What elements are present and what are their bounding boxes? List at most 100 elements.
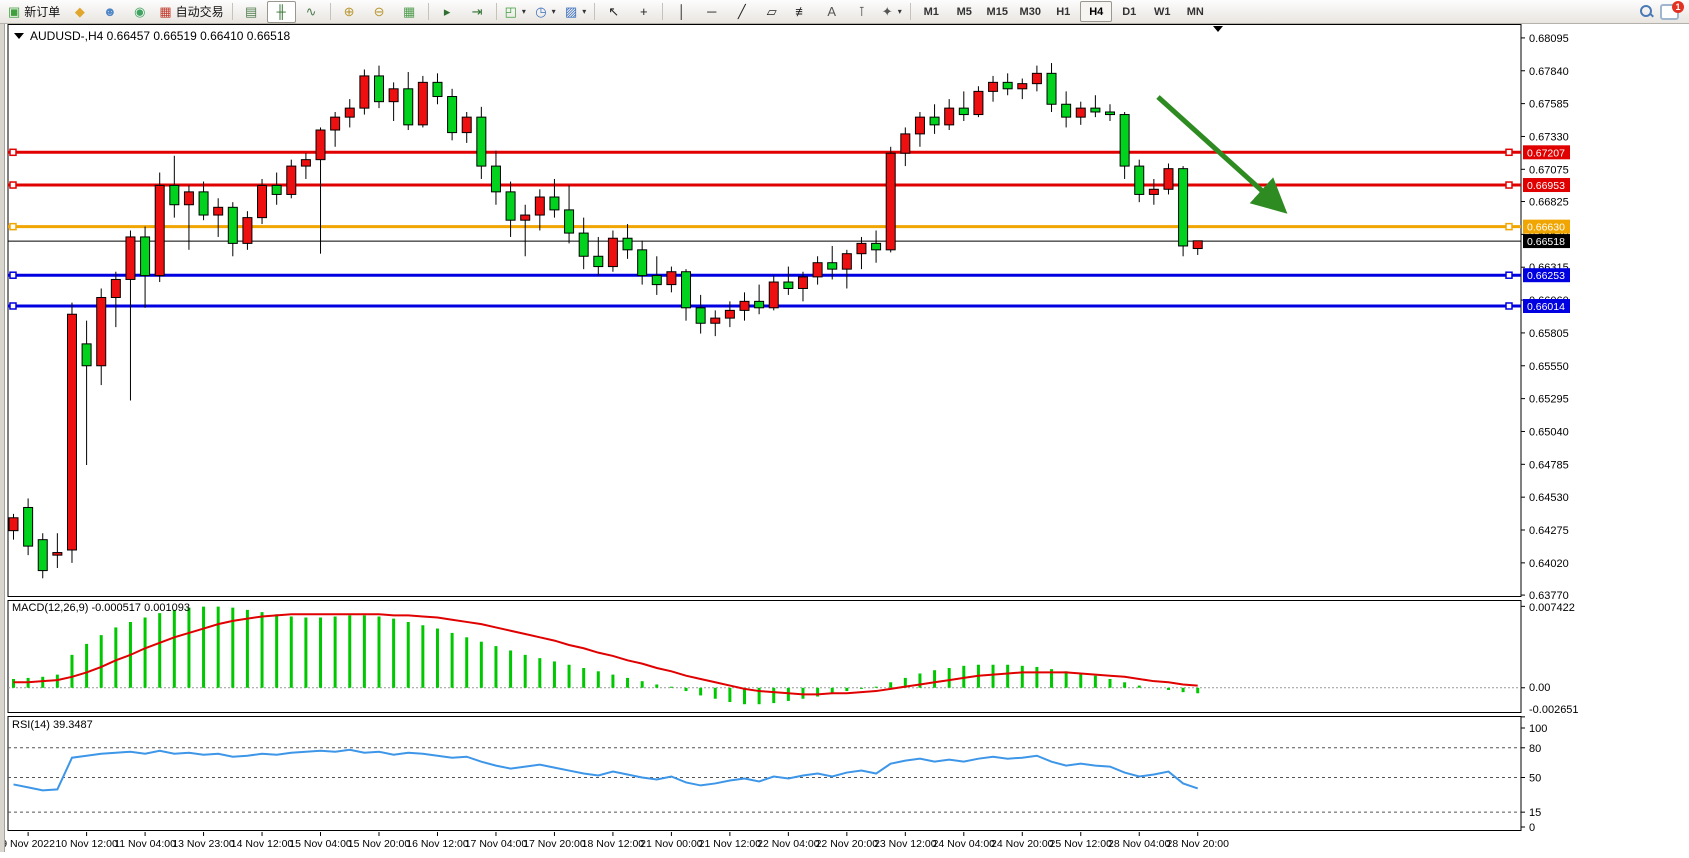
candle <box>652 276 661 285</box>
candle <box>769 282 778 308</box>
date-label: 28 Nov 04:00 <box>1108 838 1171 850</box>
candle <box>67 314 76 550</box>
add-indicator-button[interactable]: ◰▾ <box>501 1 530 23</box>
auto-scroll-button[interactable]: ▸ <box>433 1 462 23</box>
candle <box>316 130 325 160</box>
chevron-down-icon[interactable]: ▾ <box>522 3 526 21</box>
timeframe-button-mn[interactable]: MN <box>1179 1 1211 22</box>
candle <box>97 297 106 365</box>
candle <box>682 272 691 308</box>
date-label: 15 Nov 04:00 <box>289 838 352 850</box>
timeframe-button-m15[interactable]: M15 <box>981 1 1013 22</box>
community-icon: ☻ <box>103 3 117 21</box>
text-button[interactable]: A <box>817 1 846 23</box>
timeframe-button-m1[interactable]: M1 <box>915 1 947 22</box>
candle <box>638 250 647 276</box>
price-axis-label: 0.67585 <box>1529 99 1569 111</box>
price-badge-label: 0.67207 <box>1527 147 1565 159</box>
zoom-in-button[interactable]: ⊕ <box>335 1 364 23</box>
autotrading-button[interactable]: ▦自动交易 <box>155 1 227 23</box>
chevron-down-icon[interactable]: ▾ <box>552 3 556 21</box>
candle <box>974 91 983 114</box>
price-axis-label: 0.67075 <box>1529 164 1569 176</box>
chart-canvas[interactable]: 0.680950.678400.675850.673300.670750.668… <box>0 24 1689 858</box>
rsi-axis-label: 50 <box>1529 773 1541 785</box>
candle <box>1135 166 1144 194</box>
candle <box>1179 169 1188 246</box>
chevron-down-icon[interactable]: ▾ <box>582 3 586 21</box>
candle <box>448 97 457 133</box>
notification-badge: 1 <box>1672 1 1684 13</box>
timeframe-button-h1[interactable]: H1 <box>1047 1 1079 22</box>
price-axis-label: 0.65550 <box>1529 361 1569 373</box>
candle <box>155 185 164 275</box>
chart-shift-button[interactable]: ⇥ <box>463 1 492 23</box>
cursor-button[interactable]: ↖ <box>599 1 628 23</box>
candle <box>389 89 398 102</box>
signals-button[interactable]: ◉ <box>125 1 154 23</box>
hline-anchor[interactable] <box>10 182 16 188</box>
arrows-button[interactable]: ✦▾ <box>877 1 906 23</box>
price-axis-label: 0.67840 <box>1529 66 1569 78</box>
hline-anchor[interactable] <box>1506 149 1512 155</box>
timeframe-button-h4[interactable]: H4 <box>1080 1 1112 22</box>
hline-anchor[interactable] <box>10 272 16 278</box>
candle <box>170 185 179 204</box>
period-button[interactable]: ◷▾ <box>531 1 560 23</box>
add-indicator-icon: ◰ <box>505 3 517 21</box>
hline-anchor[interactable] <box>10 303 16 309</box>
date-label: 24 Nov 04:00 <box>933 838 996 850</box>
candle <box>360 76 369 108</box>
candle <box>828 263 837 269</box>
crosshair-button[interactable]: + <box>629 1 658 23</box>
hline-anchor[interactable] <box>10 149 16 155</box>
candle <box>784 282 793 288</box>
channel-button[interactable]: ▱ <box>757 1 786 23</box>
hline-anchor[interactable] <box>10 224 16 230</box>
candle <box>594 256 603 266</box>
search-icon[interactable] <box>1639 4 1654 19</box>
bar-chart-button[interactable]: ▤ <box>237 1 266 23</box>
price-badge-label: 0.66953 <box>1527 180 1565 192</box>
horizontal-line-button[interactable]: ─ <box>697 1 726 23</box>
candle <box>608 238 617 266</box>
community-button[interactable]: ☻ <box>95 1 124 23</box>
channel-icon: ▱ <box>767 3 777 21</box>
template-button[interactable]: ▨▾ <box>561 1 590 23</box>
tile-windows-button[interactable]: ▦ <box>395 1 424 23</box>
new-order-button[interactable]: ▣新订单 <box>4 1 64 23</box>
history-center-button[interactable]: ◆ <box>65 1 94 23</box>
hline-anchor[interactable] <box>1506 224 1512 230</box>
vertical-line-button[interactable]: │ <box>667 1 696 23</box>
text-label-button[interactable]: ⊺ <box>847 1 876 23</box>
timeframe-button-m5[interactable]: M5 <box>948 1 980 22</box>
candle <box>1164 169 1173 190</box>
date-label: 16 Nov 12:00 <box>406 838 469 850</box>
template-icon: ▨ <box>565 3 577 21</box>
timeframe-button-m30[interactable]: M30 <box>1014 1 1046 22</box>
toolbar-separator <box>910 3 911 20</box>
candle <box>345 108 354 117</box>
zoom-out-button[interactable]: ⊖ <box>365 1 394 23</box>
candle <box>433 82 442 96</box>
hline-anchor[interactable] <box>1506 272 1512 278</box>
line-chart-button[interactable]: ∿ <box>297 1 326 23</box>
hline-anchor[interactable] <box>1506 303 1512 309</box>
price-axis-label: 0.65040 <box>1529 426 1569 438</box>
candle <box>798 277 807 289</box>
hline-anchor[interactable] <box>1506 182 1512 188</box>
candle <box>1032 73 1041 83</box>
date-label: 22 Nov 04:00 <box>757 838 820 850</box>
candle <box>872 243 881 249</box>
candle <box>945 108 954 125</box>
chat-icon[interactable]: 1 <box>1660 4 1679 20</box>
zoom-in-icon: ⊕ <box>344 3 355 21</box>
candlestick-chart-button[interactable]: ╫ <box>267 1 296 23</box>
trendline-button[interactable]: ╱ <box>727 1 756 23</box>
timeframe-button-d1[interactable]: D1 <box>1113 1 1145 22</box>
bar-chart-icon: ▤ <box>245 3 257 21</box>
fibonacci-button[interactable]: ≢ <box>787 1 816 23</box>
cursor-icon: ↖ <box>608 3 619 21</box>
timeframe-button-w1[interactable]: W1 <box>1146 1 1178 22</box>
chevron-down-icon[interactable]: ▾ <box>898 3 902 21</box>
